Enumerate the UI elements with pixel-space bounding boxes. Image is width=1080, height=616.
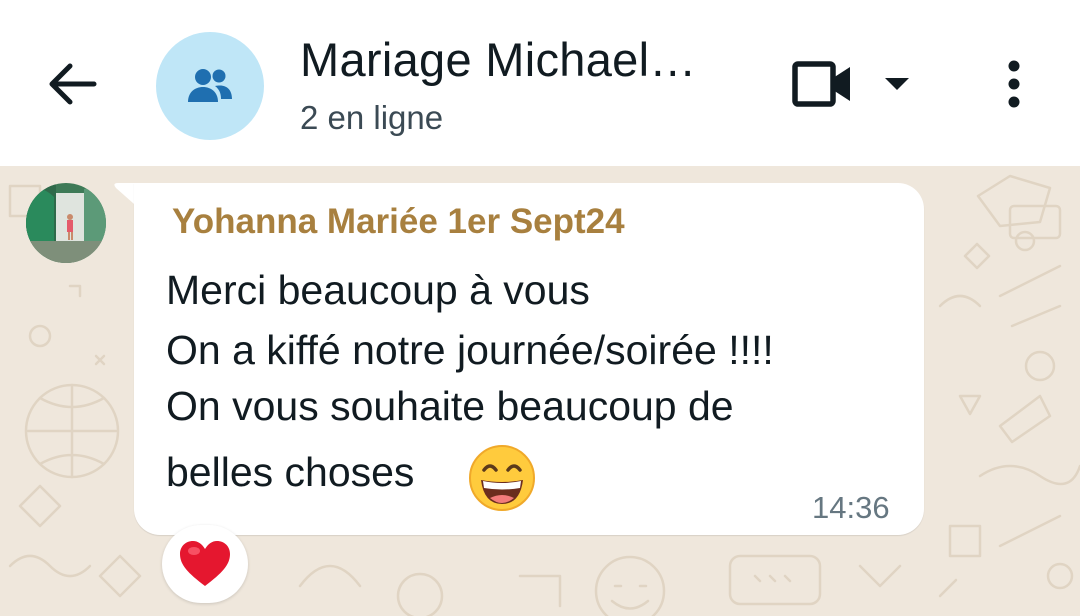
reaction-heart[interactable] <box>162 525 248 603</box>
caret-down-icon <box>885 78 909 90</box>
chat-header: Mariage Michael… 2 en ligne <box>0 0 1080 166</box>
heart-icon <box>180 541 230 586</box>
back-button[interactable] <box>40 52 104 116</box>
message-line-1: Merci beaucoup à vous <box>166 267 590 313</box>
more-vertical-icon <box>1008 60 1020 108</box>
message-time: 14:36 <box>812 490 890 525</box>
arrow-left-icon <box>49 63 97 105</box>
online-status: 2 en ligne <box>300 99 444 136</box>
group-avatar[interactable] <box>156 32 264 140</box>
sender-photo <box>26 183 106 263</box>
video-camera-icon <box>792 61 850 107</box>
sender-name[interactable]: Yohanna Mariée 1er Sept24 <box>172 198 625 246</box>
message-line-4: belles choses <box>166 449 415 495</box>
group-icon <box>188 69 232 102</box>
more-options-button[interactable] <box>988 52 1040 116</box>
message-line-2: On a kiffé notre journée/soirée !!!! <box>166 327 774 373</box>
grinning-emoji <box>469 445 535 511</box>
message-line-3: On vous souhaite beaucoup de <box>166 383 734 429</box>
video-call-button[interactable] <box>790 52 920 116</box>
chat-title-area[interactable]: Mariage Michael… 2 en ligne <box>300 30 740 144</box>
sender-avatar[interactable] <box>26 183 106 263</box>
chat-title: Mariage Michael… <box>300 33 697 86</box>
